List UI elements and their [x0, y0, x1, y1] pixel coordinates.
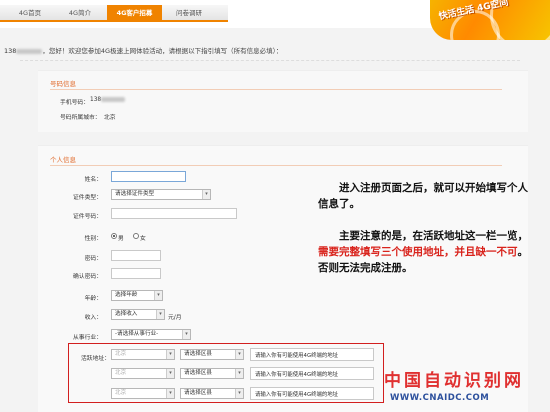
password-input[interactable]: [111, 250, 161, 261]
income-unit: 元/月: [168, 315, 182, 321]
name-input[interactable]: [111, 171, 186, 182]
industry-select[interactable]: -请选择从事行业- ▾: [111, 329, 191, 340]
chevron-down-icon: ▾: [156, 310, 164, 319]
income-label: 收入：: [84, 315, 102, 321]
id-type-label: 证件类型：: [73, 195, 102, 201]
section-title-number-info: 号码信息: [50, 80, 76, 88]
name-label: 姓名：: [84, 177, 102, 183]
address-district-select-1[interactable]: 请选择区县 ▾: [180, 349, 244, 360]
address-input-1[interactable]: 请输入你有可能使用4G终端的地址: [250, 348, 374, 361]
section-rule: [50, 165, 502, 166]
chevron-down-icon: ▾: [202, 190, 210, 199]
id-type-select[interactable]: 请选择证件类型 ▾: [111, 189, 211, 200]
chevron-down-icon: ▾: [235, 369, 243, 378]
tab-4g-intro[interactable]: 4G简介: [58, 5, 102, 22]
divider: [20, 60, 520, 61]
annotation-paragraph-2: 主要注意的是，在活跃地址这一栏一览，需要完整填写三个使用地址，并且缺一不可。否则…: [318, 230, 528, 274]
address-hint-2: 请输入你有可能使用4G终端的地址: [255, 372, 339, 378]
id-number-label: 证件号码：: [73, 214, 102, 220]
city-value: 北京: [104, 115, 116, 121]
gender-female-radio[interactable]: [133, 233, 139, 239]
phone-value: 138: [90, 97, 126, 103]
address-hint-1: 请输入你有可能使用4G终端的地址: [255, 353, 339, 359]
address-city-select-2[interactable]: 北京 ▾: [111, 368, 175, 379]
tab-4g-home[interactable]: 4G首页: [10, 5, 50, 22]
address-district-select-2[interactable]: 请选择区县 ▾: [180, 368, 244, 379]
password-label: 密码：: [84, 256, 102, 262]
watermark-url: WWW.CNAIDC.COM: [390, 393, 490, 403]
chevron-down-icon: ▾: [154, 291, 162, 300]
address-input-3[interactable]: 请输入你有可能使用4G终端的地址: [250, 387, 374, 400]
gender-male-label: 男: [118, 236, 124, 242]
gender-male-radio[interactable]: [111, 233, 117, 239]
address-district-select-3[interactable]: 请选择区县 ▾: [180, 388, 244, 399]
chevron-down-icon: ▾: [166, 389, 174, 398]
active-address-label: 活跃地址：: [81, 356, 110, 362]
chevron-down-icon: ▾: [166, 369, 174, 378]
industry-label: 从事行业：: [73, 335, 102, 341]
id-number-input[interactable]: [111, 208, 237, 219]
greeting-text: 138 ，您好！欢迎您参加4G极速上网体验活动，请根据以下指引填写（所有信息必填）…: [4, 45, 282, 55]
confirm-password-input[interactable]: [111, 268, 161, 279]
campaign-logo: 快活生活 4G空间: [430, 0, 550, 40]
address-hint-3: 请输入你有可能使用4G终端的地址: [255, 392, 339, 398]
age-label: 年龄：: [84, 296, 102, 302]
masked-phone-digits: [16, 48, 43, 54]
age-select[interactable]: 选择年龄 ▾: [111, 290, 163, 301]
section-title-personal-info: 个人信息: [50, 156, 76, 164]
gender-label: 性别：: [84, 236, 102, 242]
number-info-panel: 号码信息 手机号码： 138 号码所属城市： 北京: [38, 70, 528, 132]
tab-survey[interactable]: 问卷调研: [164, 5, 214, 22]
greeting-phone-prefix: 138: [4, 47, 17, 55]
address-city-select-3[interactable]: 北京 ▾: [111, 388, 175, 399]
chevron-down-icon: ▾: [235, 389, 243, 398]
watermark-cn: 中国自动识别网: [384, 371, 524, 391]
city-label: 号码所属城市：: [60, 115, 101, 121]
annotation-highlight: 需要完整填写三个使用地址，并且缺一不可: [318, 246, 518, 258]
gender-female-label: 女: [140, 236, 146, 242]
greeting-message: ，您好！欢迎您参加4G极速上网体验活动，请根据以下指引填写（所有信息必填）：: [42, 47, 283, 55]
annotation-paragraph-1: 进入注册页面之后，就可以开始填写个人信息了。: [318, 182, 528, 210]
chevron-down-icon: ▾: [182, 330, 190, 339]
address-city-select-1[interactable]: 北京 ▾: [111, 349, 175, 360]
site-watermark: 中国自动识别网 WWW.CNAIDC.COM: [384, 366, 524, 403]
annotation-note: 进入注册页面之后，就可以开始填写个人信息了。 主要注意的是，在活跃地址这一栏一览…: [318, 180, 533, 276]
confirm-password-label: 确认密码：: [73, 274, 102, 280]
phone-label: 手机号码：: [60, 100, 89, 106]
tab-4g-recruit[interactable]: 4G客户招募: [107, 5, 162, 22]
income-select[interactable]: 选择收入 ▾: [111, 309, 165, 320]
section-rule: [50, 89, 502, 90]
address-input-2[interactable]: 请输入你有可能使用4G终端的地址: [250, 367, 374, 380]
top-nav: 4G首页 4G简介 4G客户招募 问卷调研 快活生活 4G空间: [0, 0, 550, 40]
chevron-down-icon: ▾: [235, 350, 243, 359]
chevron-down-icon: ▾: [166, 350, 174, 359]
